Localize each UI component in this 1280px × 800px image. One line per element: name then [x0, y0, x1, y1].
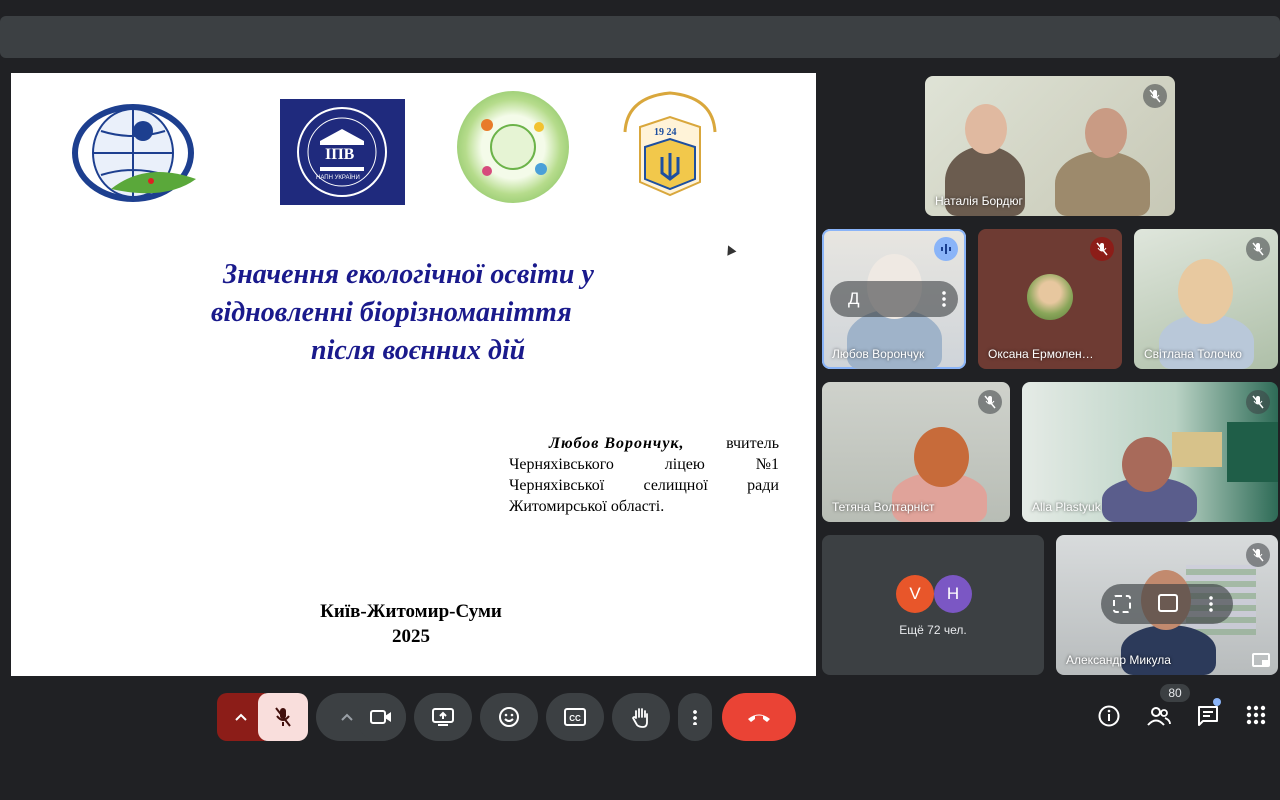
author-word: Черняхівської [509, 477, 605, 494]
speaking-indicator-icon [934, 237, 958, 261]
end-call-button[interactable] [722, 693, 796, 741]
more-participants-tile[interactable]: V H Ещё 72 чел. [822, 535, 1044, 675]
presentation-slide: ІПВ НАПН УКРАЇНИ 19 24 Значення екологіч… [11, 73, 816, 676]
mic-off-icon [1246, 390, 1270, 414]
slide-footer: Київ-Житомир-Суми 2025 [291, 599, 531, 649]
more-options-icon[interactable] [1209, 595, 1213, 613]
more-options-icon[interactable] [942, 290, 946, 308]
activities-button[interactable] [1245, 704, 1267, 731]
participant-video [1121, 625, 1216, 675]
participant-background [1227, 422, 1278, 482]
avatar: V [896, 575, 934, 613]
pin-icon[interactable]: Д [848, 289, 860, 309]
mic-toggle-button[interactable] [258, 693, 308, 741]
more-vert-icon [693, 709, 697, 725]
sumy-university-logo: 19 24 [615, 87, 725, 205]
slide-city: Київ-Житомир-Суми [320, 601, 502, 622]
ipv-logo-text: ІПВ [325, 146, 355, 163]
author-line: Черняхівської селищної ради [509, 475, 779, 496]
chat-button[interactable] [1196, 704, 1220, 733]
mic-off-icon [1143, 84, 1167, 108]
reactions-button[interactable] [480, 693, 538, 741]
ipv-logo-subtext: НАПН УКРАЇНИ [316, 175, 360, 181]
participant-face [965, 104, 1007, 154]
participant-tile[interactable]: Тетяна Волтарніст [822, 382, 1010, 522]
people-button[interactable] [1146, 704, 1172, 733]
eco-center-logo [71, 101, 206, 206]
camera-toggle-button[interactable] [356, 693, 406, 741]
participant-tile[interactable]: Alla Plastyuk [1022, 382, 1278, 522]
top-bar [0, 16, 1280, 58]
sumy-logo-year: 19 24 [654, 127, 677, 138]
mic-off-icon [978, 390, 1002, 414]
author-line: Черняхівського ліцею №1 [509, 454, 779, 475]
mic-off-icon [1246, 237, 1270, 261]
author-block: Любов Ворончук, вчитель Черняхівського л… [509, 433, 779, 517]
meeting-info-button[interactable] [1097, 704, 1121, 733]
tile-hover-toolbar [1101, 584, 1233, 624]
participant-name: Alla Plastyuk [1032, 500, 1101, 514]
more-options-button[interactable] [678, 693, 712, 741]
participant-tile[interactable]: Оксана Ермолен… [978, 229, 1122, 369]
participant-tile[interactable]: Світлана Толочко [1134, 229, 1278, 369]
participant-name: Наталія Бордюг [935, 194, 1023, 208]
slide-title-line: відновленні біорізноманіття [211, 297, 572, 328]
eco-circle-logo [457, 91, 569, 203]
participant-face [1178, 259, 1233, 324]
participant-name: Тетяна Волтарніст [832, 500, 935, 514]
author-word: Черняхівського [509, 456, 614, 473]
mouse-cursor [723, 243, 737, 256]
raise-hand-button[interactable] [612, 693, 670, 741]
author-word: №1 [755, 456, 779, 473]
avatar [1027, 274, 1073, 320]
participant-name: Любов Ворончук [832, 347, 925, 361]
add-to-stage-icon[interactable] [1158, 594, 1178, 612]
author-word: ради [747, 477, 779, 494]
participant-tile[interactable]: Наталія Бордюг [925, 76, 1175, 216]
author-line: Любов Ворончук, вчитель [509, 433, 779, 454]
participant-tile-speaking[interactable]: Д Любов Ворончук [822, 229, 966, 369]
participant-face [1085, 108, 1127, 158]
slide-title-line: після воєнних дій [311, 335, 526, 366]
more-participants-label: Ещё 72 чел. [899, 623, 967, 637]
picture-in-picture-icon[interactable] [1252, 653, 1270, 667]
present-screen-button[interactable] [414, 693, 472, 741]
avatar-initial: V [909, 584, 921, 603]
author-region: Житомирської області. [509, 498, 665, 515]
slide-title-line: Значення екологічної освіти у [223, 259, 594, 290]
avatar-initial: H [946, 584, 960, 603]
participant-name: Світлана Толочко [1144, 347, 1242, 361]
participant-video [1055, 151, 1150, 216]
avatar: H [934, 575, 972, 613]
people-count-badge: 80 [1160, 684, 1190, 702]
tile-hover-toolbar: Д [830, 281, 958, 317]
svg-text:CC: CC [569, 714, 581, 723]
participant-name: Александр Микула [1066, 653, 1171, 667]
mic-off-icon [1090, 237, 1114, 261]
slide-title: Значення екологічної освіти у відновленн… [161, 256, 671, 370]
slide-year: 2025 [392, 626, 430, 647]
participant-name: Оксана Ермолен… [988, 347, 1094, 361]
author-word: ліцею [664, 456, 705, 473]
participant-face [914, 427, 969, 487]
participant-background [1172, 432, 1222, 467]
author-role: вчитель [726, 435, 779, 452]
author-name: Любов Ворончук, [549, 435, 685, 452]
author-word: селищної [643, 477, 708, 494]
framing-icon[interactable] [1113, 595, 1131, 613]
mic-off-icon [1246, 543, 1270, 567]
ipv-logo: ІПВ НАПН УКРАЇНИ [280, 99, 405, 205]
participant-face [1122, 437, 1172, 492]
participant-tile-self[interactable]: Александр Микула [1056, 535, 1278, 675]
captions-button[interactable]: CC [546, 693, 604, 741]
